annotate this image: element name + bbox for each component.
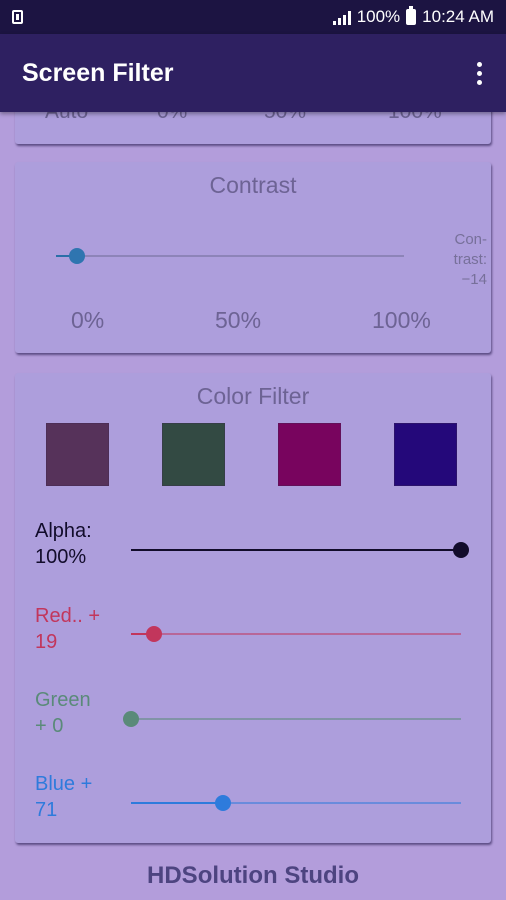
status-bar: 100% 10:24 AM — [0, 0, 506, 34]
alpha-label: Alpha: 100% — [35, 520, 92, 568]
status-right: 100% 10:24 AM — [332, 6, 494, 27]
blue-label: Blue + 71 — [35, 773, 93, 821]
blue-slider-thumb[interactable] — [215, 795, 232, 811]
red-label: Red.. + 19 — [35, 605, 101, 653]
swatch-magenta[interactable] — [278, 423, 341, 486]
contrast-card: Contrast Con- trast: −14 0% 50% 100% — [15, 162, 491, 353]
more-vert-icon[interactable] — [475, 56, 484, 91]
contrast-title: Contrast — [209, 172, 297, 198]
color-filter-title: Color Filter — [196, 383, 310, 409]
color-filter-card: Color Filter Alpha: 100% Red.. + 19 Gree… — [15, 373, 491, 843]
app-bar: Screen Filter — [0, 34, 506, 112]
green-label: Green + 0 — [35, 689, 91, 737]
contrast-track[interactable] — [56, 255, 404, 257]
green-track[interactable] — [131, 718, 461, 720]
alpha-slider-thumb[interactable] — [453, 542, 469, 558]
contrast-tick-0: 0% — [71, 307, 105, 333]
contrast-value-label: Con- trast: −14 — [453, 231, 487, 288]
battery-percent: 100% — [356, 7, 401, 26]
contrast-slider-thumb[interactable] — [68, 248, 85, 264]
red-track[interactable] — [131, 633, 461, 635]
alpha-track[interactable] — [131, 549, 461, 551]
swatch-indigo[interactable] — [394, 423, 457, 486]
blue-track[interactable] — [131, 802, 461, 804]
swatch-dark-green[interactable] — [162, 423, 225, 486]
swatch-plum[interactable] — [46, 423, 109, 486]
contrast-tick-100: 100% — [372, 307, 431, 333]
sim-card-icon — [12, 10, 23, 24]
app-title: Screen Filter — [22, 58, 174, 87]
battery-icon — [406, 6, 417, 25]
clock: 10:24 AM — [422, 7, 494, 26]
footer-credit: HDSolution Studio — [147, 862, 359, 889]
contrast-tick-50: 50% — [215, 307, 262, 333]
green-slider-thumb[interactable] — [123, 711, 139, 727]
red-slider-thumb[interactable] — [146, 626, 163, 642]
signal-icon — [332, 10, 351, 25]
